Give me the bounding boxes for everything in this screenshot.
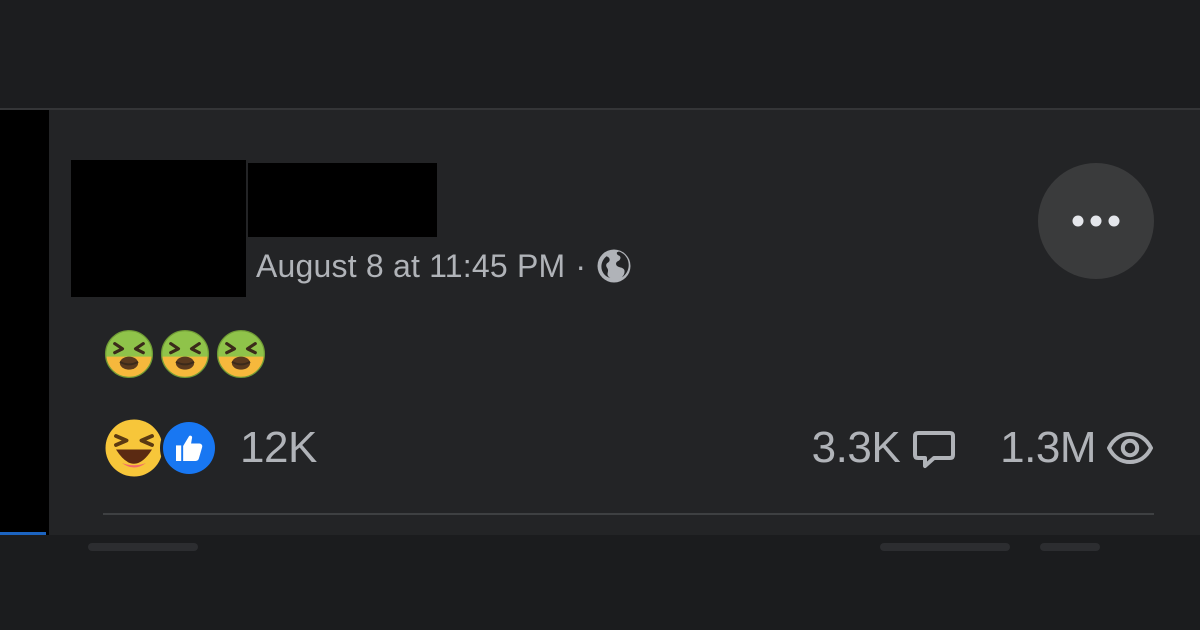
globe-icon[interactable]: [596, 248, 632, 284]
actions-divider: [103, 513, 1154, 515]
more-options-button[interactable]: [1038, 163, 1154, 279]
comment-count: 3.3K: [811, 423, 901, 472]
nauseated-face-icon: [160, 329, 210, 379]
ghost-action-label: [88, 543, 198, 551]
post-actions-area: [0, 535, 1200, 630]
previous-content-area: [0, 0, 1200, 108]
post-body: [103, 326, 267, 382]
reaction-count: 12K: [240, 423, 317, 472]
eye-icon: [1107, 432, 1153, 464]
engagement-stats: 3.3K 1.3M: [812, 418, 1154, 478]
like-reaction-icon: [163, 422, 215, 474]
like-reaction-badge: [160, 419, 218, 477]
ellipsis-icon: [1072, 215, 1120, 227]
ghost-action-label: [880, 543, 1010, 551]
post-timestamp[interactable]: August 8 at 11:45 PM: [256, 248, 565, 285]
author-name-redacted[interactable]: [248, 163, 437, 237]
comment-bubble-icon: [913, 431, 956, 468]
view-count: 1.3M: [1000, 423, 1096, 472]
ghost-action-label: [1040, 543, 1100, 551]
views-count[interactable]: 1.3M: [1000, 423, 1154, 473]
nauseated-face-icon: [216, 329, 266, 379]
screenshot-canvas: August 8 at 11:45 PM · 12K 3.3K 1.3M: [0, 0, 1200, 630]
meta-separator: ·: [575, 247, 587, 284]
nauseated-face-icon: [104, 329, 154, 379]
avatar-redacted[interactable]: [71, 160, 246, 297]
comments-count-link[interactable]: 3.3K: [812, 423, 959, 473]
reactions-summary[interactable]: 12K: [104, 418, 317, 478]
haha-reaction-icon: [105, 419, 163, 477]
left-redacted-strip: [0, 110, 49, 535]
post-meta-row: August 8 at 11:45 PM ·: [256, 246, 632, 286]
